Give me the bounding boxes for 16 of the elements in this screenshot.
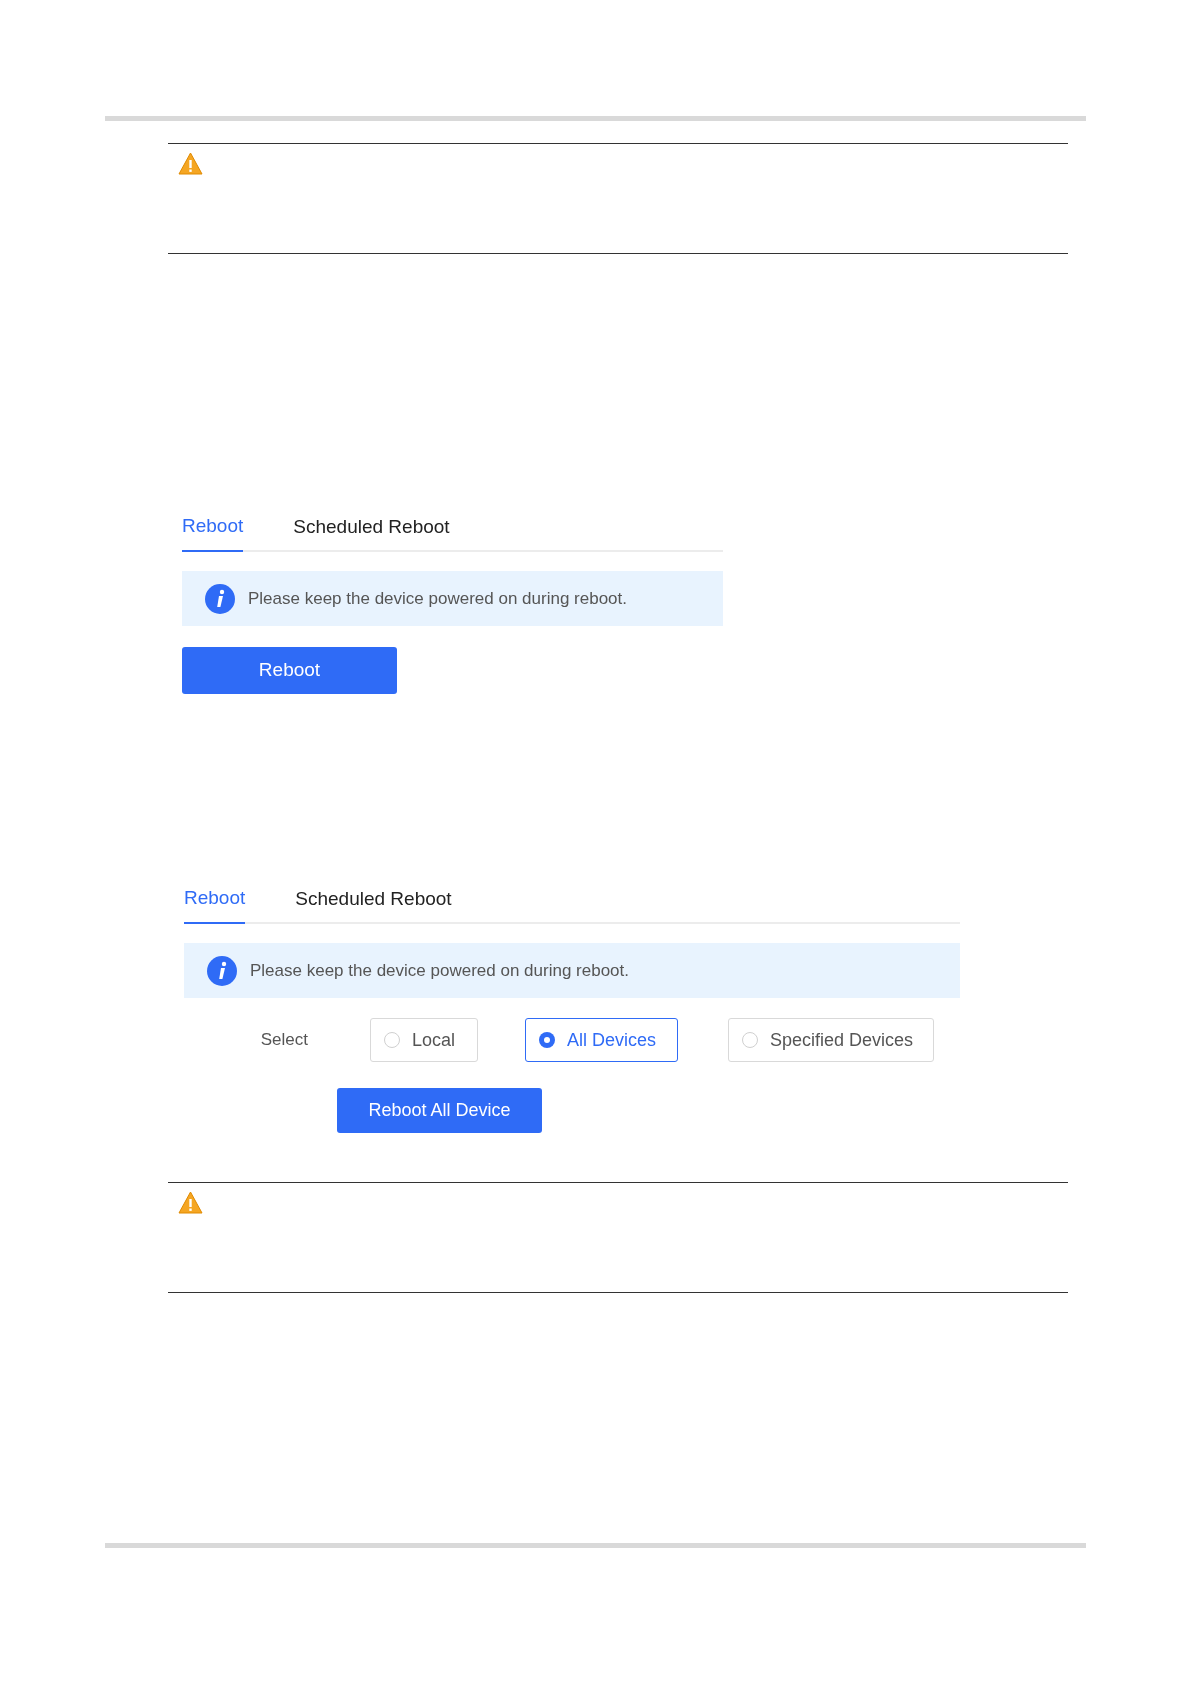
- info-text: Please keep the device powered on during reboot.: [250, 959, 629, 982]
- select-label: Select: [259, 1029, 309, 1052]
- tab[interactable]: Scheduled Reboot: [293, 510, 450, 552]
- radio-option[interactable]: Local: [370, 1018, 478, 1062]
- tab[interactable]: Reboot: [182, 510, 244, 552]
- reboot-button[interactable]: Reboot All Device: [337, 1088, 542, 1133]
- info-text: Please keep the device powered on during reboot.: [248, 587, 627, 610]
- info-icon: [206, 954, 238, 987]
- tab[interactable]: Reboot: [184, 882, 246, 924]
- info-icon: [204, 582, 236, 615]
- tab[interactable]: Scheduled Reboot: [295, 882, 452, 924]
- warning-icon: [178, 1191, 203, 1214]
- reboot-button[interactable]: Reboot: [182, 647, 397, 694]
- radio-option[interactable]: All Devices: [525, 1018, 678, 1062]
- radio-option[interactable]: Specified Devices: [728, 1018, 934, 1062]
- warning-icon: [178, 152, 203, 175]
